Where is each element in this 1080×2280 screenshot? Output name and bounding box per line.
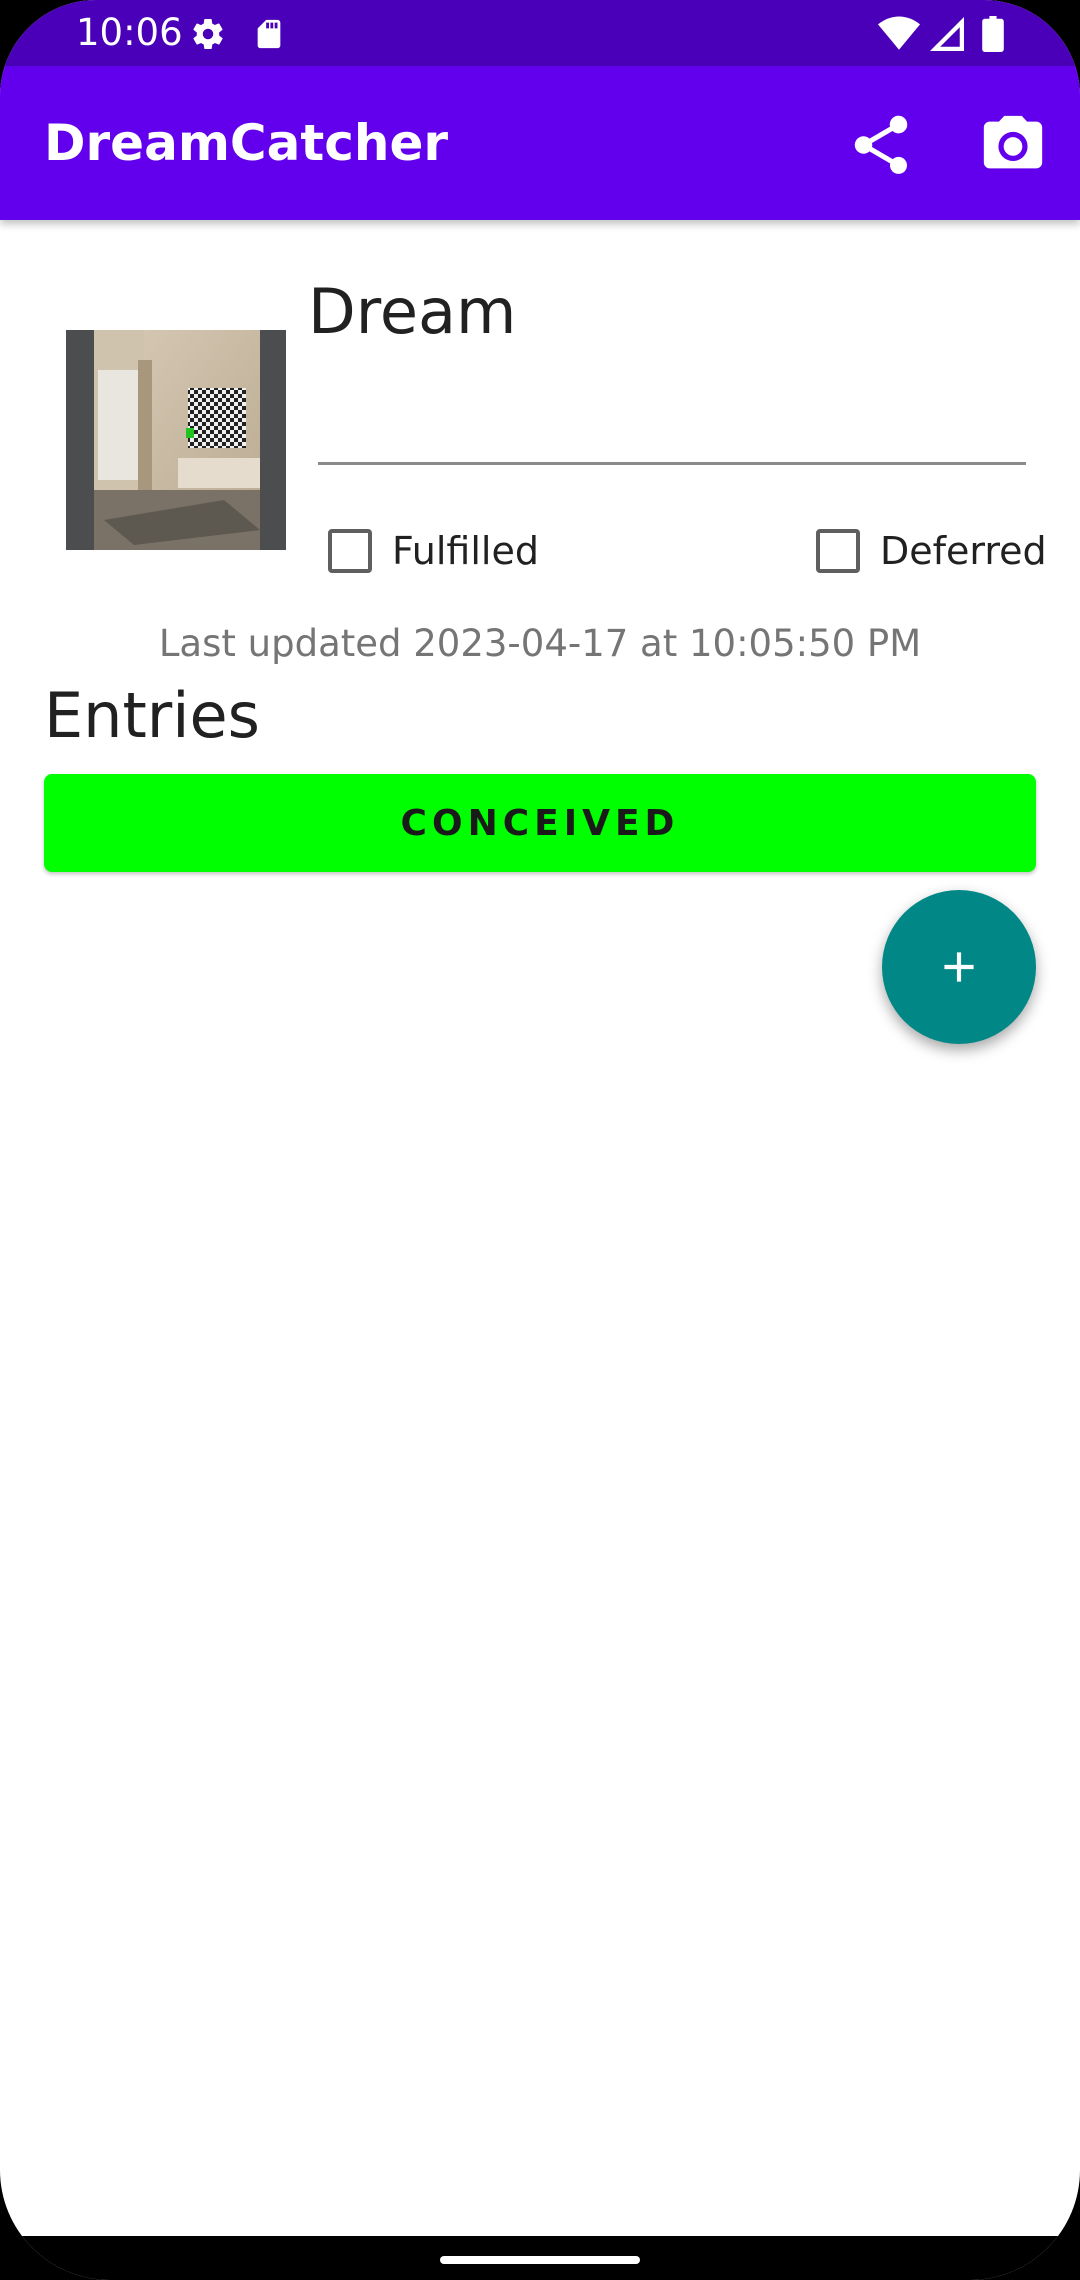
status-bar: 10:06 [0, 0, 1080, 66]
status-time: 10:06 [76, 11, 183, 54]
deferred-label: Deferred [880, 529, 1047, 573]
cell-signal-icon [930, 16, 964, 56]
fulfilled-checkbox[interactable] [328, 529, 372, 573]
entry-conceived-button[interactable]: CONCEIVED [44, 774, 1036, 872]
deferred-checkbox[interactable] [816, 529, 860, 573]
wifi-icon [878, 16, 920, 56]
camera-icon[interactable] [978, 110, 1048, 180]
deferred-checkbox-row[interactable]: Deferred [816, 520, 1047, 582]
dream-title-input[interactable] [318, 372, 1026, 465]
home-gesture-handle[interactable] [440, 2256, 640, 2264]
plus-icon [944, 952, 974, 982]
add-entry-fab[interactable] [882, 890, 1036, 1044]
share-icon[interactable] [846, 110, 916, 180]
app-title: DreamCatcher [44, 114, 449, 172]
gear-icon [190, 16, 226, 56]
last-updated-text: Last updated 2023-04-17 at 10:05:50 PM [158, 622, 922, 665]
room-photo [94, 330, 260, 550]
battery-icon [982, 16, 1004, 56]
sd-card-icon [252, 16, 286, 56]
entries-title: Entries [44, 679, 260, 752]
app-bar: DreamCatcher [0, 66, 1080, 220]
dream-label: Dream [308, 275, 517, 348]
fulfilled-label: Fulfilled [392, 529, 539, 573]
app-screen: 10:06 DreamCatcher Dream Fulfilled Defer… [0, 0, 1080, 2280]
fulfilled-checkbox-row[interactable]: Fulfilled [328, 520, 539, 582]
dream-photo[interactable] [66, 330, 286, 550]
